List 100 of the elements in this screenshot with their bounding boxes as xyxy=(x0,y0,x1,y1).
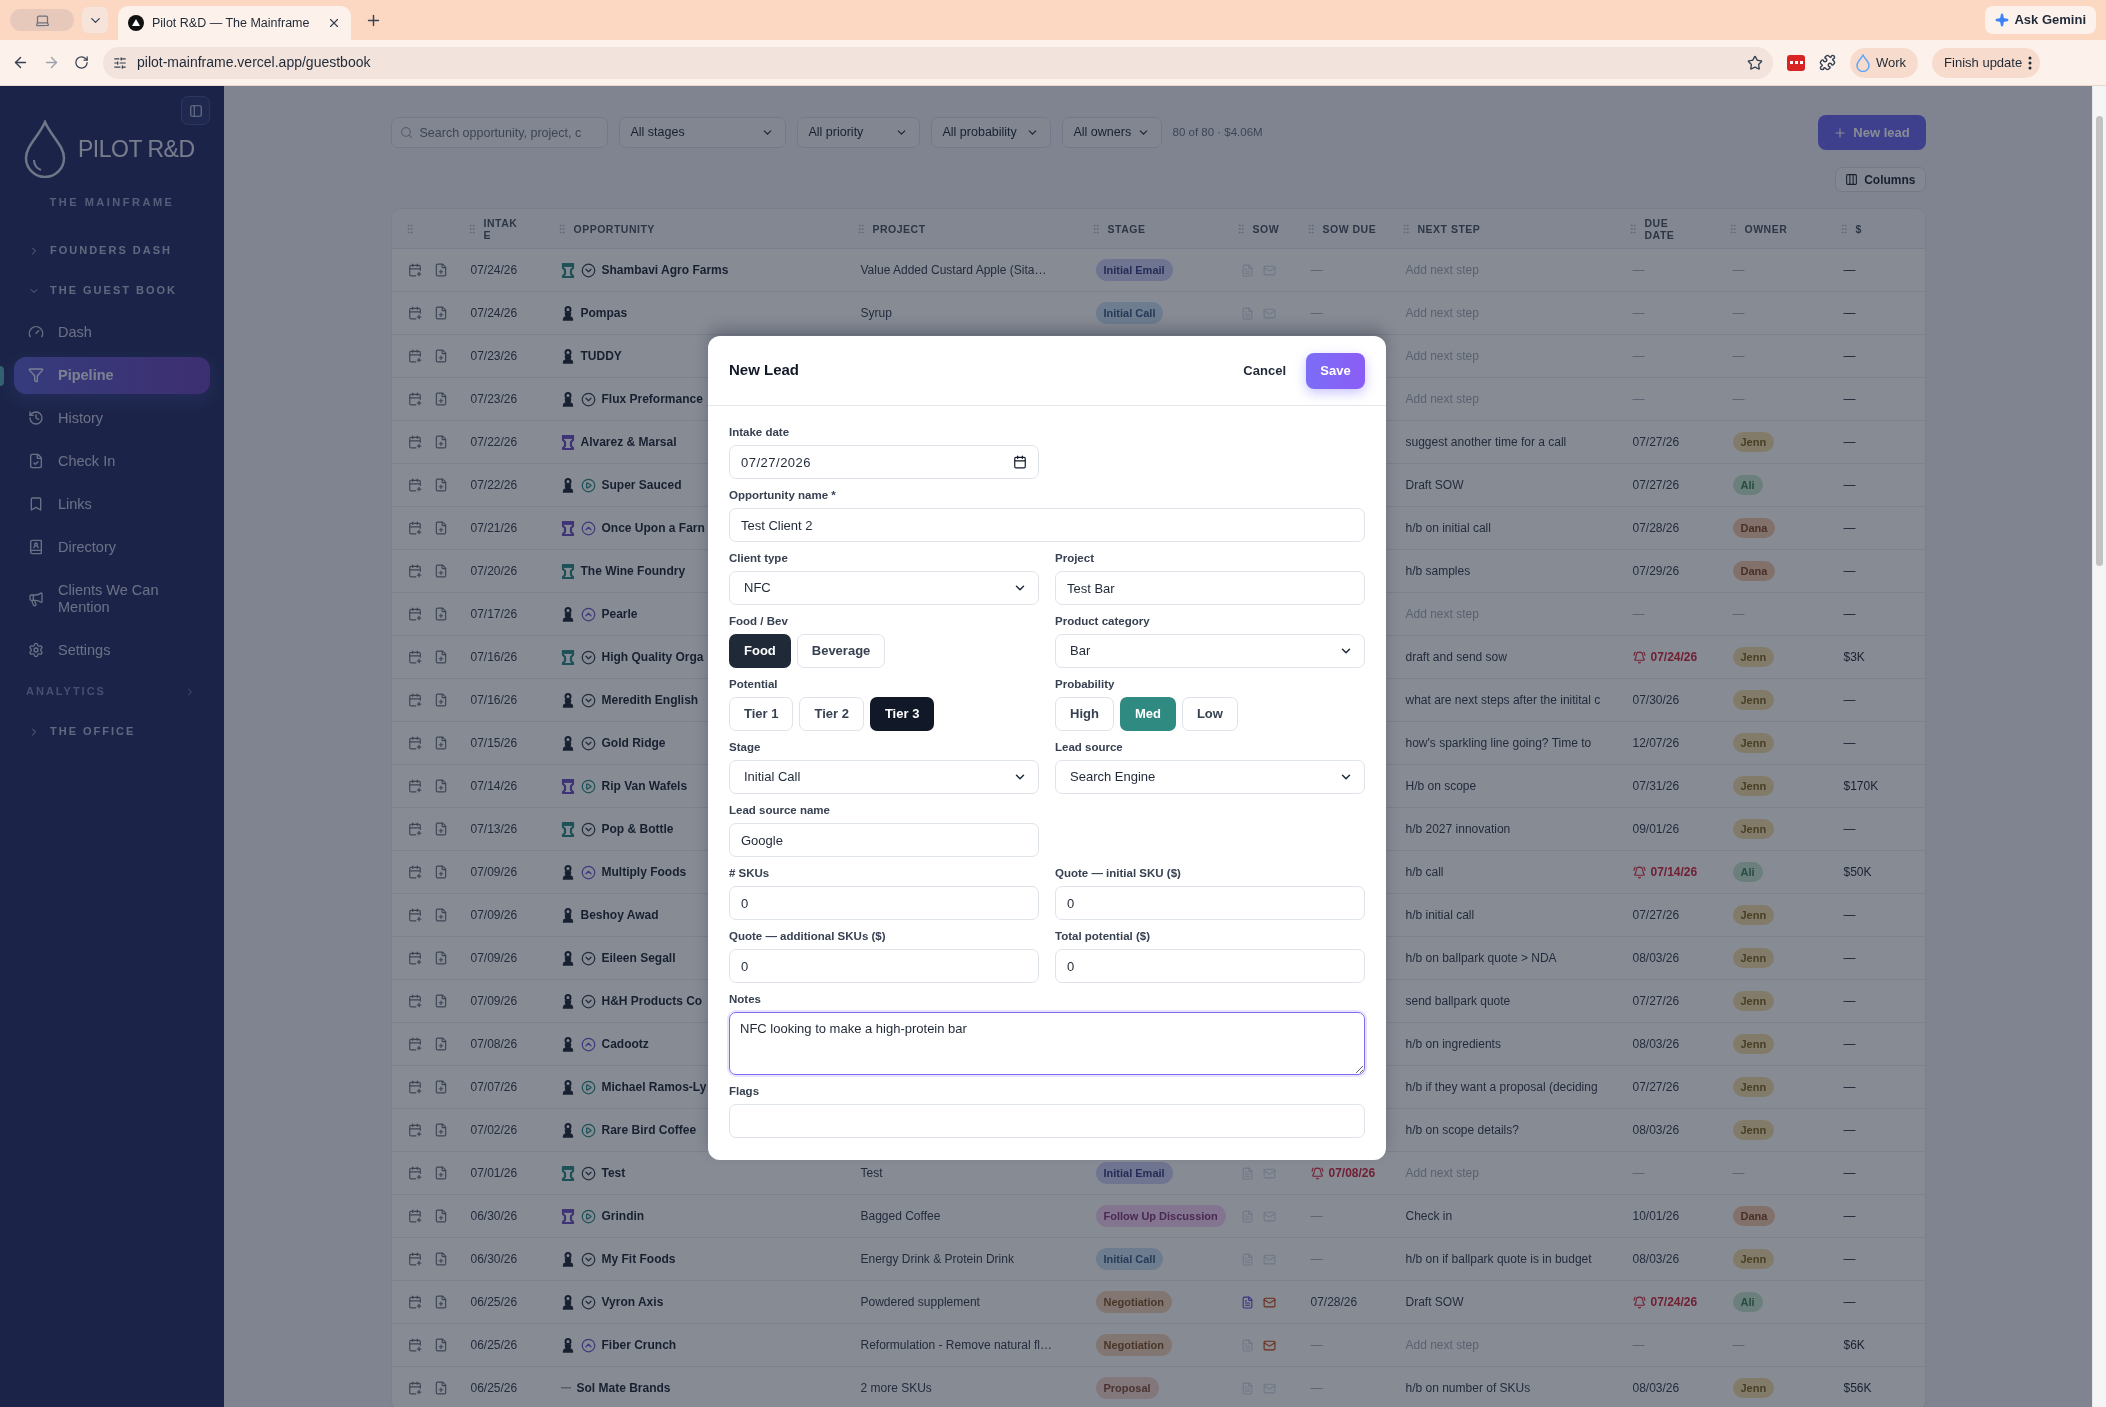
calendar-plus-icon[interactable] xyxy=(407,263,422,277)
opportunity-name[interactable]: Michael Ramos-Ly xyxy=(601,1078,707,1096)
file-plus-icon[interactable] xyxy=(433,521,448,535)
opportunity-name[interactable]: High Quality Orga xyxy=(601,648,704,666)
calendar-plus-icon[interactable] xyxy=(407,392,422,406)
file-plus-icon[interactable] xyxy=(433,435,448,449)
opportunity-name[interactable]: Grindin xyxy=(601,1207,645,1225)
file-plus-icon[interactable] xyxy=(433,865,448,879)
opportunity-name[interactable]: Multiply Foods xyxy=(601,863,687,881)
column-header[interactable]: NEXT STEP xyxy=(1417,222,1481,235)
chevron-circle-up-icon[interactable] xyxy=(580,520,596,536)
file-plus-icon[interactable] xyxy=(433,349,448,363)
calendar-plus-icon[interactable] xyxy=(407,435,422,449)
section-toggle[interactable]: FOUNDERS DASH xyxy=(0,230,224,271)
option-button[interactable]: Beverage xyxy=(796,634,886,668)
forward-icon[interactable] xyxy=(43,54,60,71)
finish-update-button[interactable]: Finish update xyxy=(1932,47,2041,78)
file-plus-icon[interactable] xyxy=(433,1209,448,1223)
next-step[interactable]: Draft SOW xyxy=(1405,476,1464,494)
chevron-circle-down-icon[interactable] xyxy=(580,993,596,1009)
filter-select[interactable]: All stages xyxy=(618,117,786,148)
file-plus-icon[interactable] xyxy=(433,306,448,320)
chevron-circle-down-icon[interactable] xyxy=(580,1294,596,1310)
calendar-plus-icon[interactable] xyxy=(407,1209,422,1223)
nav-item[interactable]: Pipeline xyxy=(14,356,210,394)
bookmark-star-icon[interactable] xyxy=(1747,54,1763,71)
option-button[interactable]: High xyxy=(1055,697,1114,731)
text-field[interactable]: Test Bar xyxy=(1055,571,1365,605)
nav-item[interactable]: Dash xyxy=(14,313,210,351)
filter-select[interactable]: All owners xyxy=(1061,117,1162,148)
option-button[interactable]: Food xyxy=(729,634,791,668)
calendar-plus-icon[interactable] xyxy=(407,822,422,836)
site-info-icon[interactable] xyxy=(113,55,127,70)
file-plus-icon[interactable] xyxy=(433,994,448,1008)
column-header[interactable]: INTAKE xyxy=(483,216,522,241)
next-step[interactable]: Check in xyxy=(1405,1207,1453,1225)
next-step[interactable]: h/b on if ballpark quote is in budget xyxy=(1405,1250,1592,1268)
calendar-plus-icon[interactable] xyxy=(407,607,422,621)
calendar-plus-icon[interactable] xyxy=(407,994,422,1008)
address-bar[interactable]: pilot-mainframe.vercel.app/guestbook xyxy=(103,46,1773,79)
opportunity-name[interactable]: Rare Bird Coffee xyxy=(601,1121,697,1139)
next-step[interactable]: suggest another time for a call xyxy=(1405,433,1567,451)
calendar-plus-icon[interactable] xyxy=(407,650,422,664)
select-field[interactable]: NFC xyxy=(729,571,1039,605)
calendar-plus-icon[interactable] xyxy=(407,951,422,965)
opportunity-name[interactable]: Pompas xyxy=(580,304,628,322)
calendar-plus-icon[interactable] xyxy=(407,1080,422,1094)
opportunity-name[interactable]: Super Sauced xyxy=(601,476,682,494)
option-button[interactable]: Tier 1 xyxy=(729,697,794,731)
opportunity-name[interactable]: Gold Ridge xyxy=(601,734,666,752)
file-plus-icon[interactable] xyxy=(433,693,448,707)
nav-item[interactable]: Clients We Can Mention xyxy=(14,571,210,626)
file-plus-icon[interactable] xyxy=(433,1338,448,1352)
chevron-circle-down-icon[interactable] xyxy=(580,1251,596,1267)
file-plus-icon[interactable] xyxy=(433,607,448,621)
next-step[interactable]: h/b on ballpark quote > NDA xyxy=(1405,949,1557,967)
chevron-circle-down-icon[interactable] xyxy=(580,1165,596,1181)
text-field[interactable]: 0 xyxy=(729,949,1039,983)
opportunity-name[interactable]: Eileen Segall xyxy=(601,949,676,967)
calendar-icon[interactable] xyxy=(1013,455,1027,469)
file-plus-icon[interactable] xyxy=(433,908,448,922)
file-plus-icon[interactable] xyxy=(433,478,448,492)
filter-select[interactable]: All priority xyxy=(796,117,920,148)
opportunity-name[interactable]: TUDDY xyxy=(580,347,622,365)
file-plus-icon[interactable] xyxy=(433,564,448,578)
text-field[interactable]: 0 xyxy=(1055,886,1365,920)
file-plus-icon[interactable] xyxy=(433,736,448,750)
file-plus-icon[interactable] xyxy=(433,1295,448,1309)
text-field[interactable] xyxy=(729,1104,1365,1138)
calendar-plus-icon[interactable] xyxy=(407,1037,422,1051)
notes-field[interactable]: NFC looking to make a high-protein bar xyxy=(729,1012,1365,1075)
file-plus-icon[interactable] xyxy=(433,779,448,793)
file-plus-icon[interactable] xyxy=(433,1080,448,1094)
opportunity-name[interactable]: Pearle xyxy=(601,605,638,623)
opportunity-name[interactable]: Beshoy Awad xyxy=(580,906,659,924)
file-plus-icon[interactable] xyxy=(433,263,448,277)
opportunity-name[interactable]: Rip Van Wafels xyxy=(601,777,688,795)
opportunity-name[interactable]: Flux Preformance xyxy=(601,390,703,408)
next-step[interactable]: h/b samples xyxy=(1405,562,1471,580)
columns-button[interactable]: Columns xyxy=(1835,167,1926,192)
mail-icon[interactable] xyxy=(1262,1338,1276,1352)
next-step[interactable]: how's sparkling line going? Time to xyxy=(1405,734,1592,752)
file-plus-icon[interactable] xyxy=(433,1381,448,1395)
nav-item[interactable]: Directory xyxy=(14,528,210,566)
column-header[interactable]: STAGE xyxy=(1107,222,1146,235)
select-field[interactable]: Search Engine xyxy=(1055,760,1365,794)
file-plus-icon[interactable] xyxy=(433,392,448,406)
opportunity-name[interactable]: H&H Products Co xyxy=(601,992,703,1010)
chevron-circle-up-icon[interactable] xyxy=(580,606,596,622)
next-step[interactable]: h/b if they want a proposal (deciding xyxy=(1405,1078,1598,1096)
collapse-sidebar-button[interactable] xyxy=(181,96,210,125)
chevron-circle-down-icon[interactable] xyxy=(580,649,596,665)
text-field[interactable]: Test Client 2 xyxy=(729,508,1365,542)
column-header[interactable]: DUE DATE xyxy=(1644,216,1685,241)
file-plus-icon[interactable] xyxy=(433,650,448,664)
calendar-plus-icon[interactable] xyxy=(407,908,422,922)
nav-item[interactable]: Settings xyxy=(14,631,210,669)
play-circle-icon[interactable] xyxy=(580,778,596,794)
next-step[interactable]: h/b 2027 innovation xyxy=(1405,820,1511,838)
tab-list-button[interactable] xyxy=(82,7,108,33)
